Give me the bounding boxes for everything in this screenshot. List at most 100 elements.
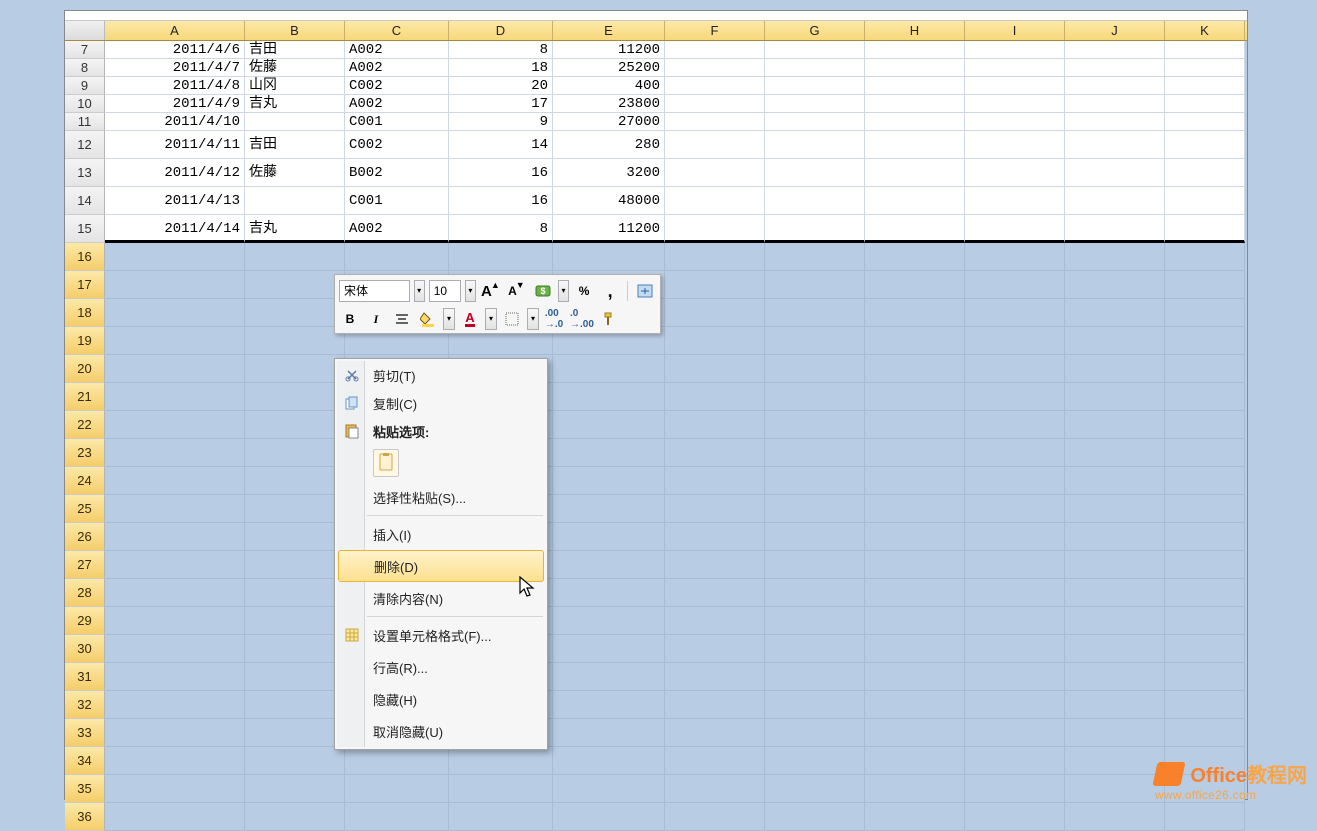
merge-center-button[interactable]: [634, 280, 656, 302]
cell[interactable]: [865, 747, 965, 775]
cell[interactable]: [865, 159, 965, 187]
cell[interactable]: [345, 775, 449, 803]
cell[interactable]: [765, 411, 865, 439]
cell[interactable]: 佐藤: [245, 59, 345, 77]
cell[interactable]: [665, 187, 765, 215]
row-header[interactable]: 13: [65, 159, 105, 187]
cell[interactable]: A002: [345, 95, 449, 113]
cell[interactable]: [1065, 803, 1165, 831]
col-header-H[interactable]: H: [865, 21, 965, 40]
cell[interactable]: [865, 383, 965, 411]
cell[interactable]: [965, 579, 1065, 607]
cell[interactable]: 16: [449, 159, 553, 187]
cell[interactable]: [105, 383, 245, 411]
cell[interactable]: [1065, 59, 1165, 77]
row-header[interactable]: 32: [65, 691, 105, 719]
cell[interactable]: [765, 113, 865, 131]
row-header[interactable]: 27: [65, 551, 105, 579]
font-name-select[interactable]: 宋体: [339, 280, 410, 302]
cell[interactable]: [1065, 131, 1165, 159]
cell[interactable]: 2011/4/14: [105, 215, 245, 243]
cell[interactable]: 280: [553, 131, 665, 159]
cell[interactable]: [965, 607, 1065, 635]
cell[interactable]: C002: [345, 77, 449, 95]
cell[interactable]: A002: [345, 215, 449, 243]
comma-button[interactable]: ,: [599, 280, 621, 302]
cell[interactable]: [245, 663, 345, 691]
cell[interactable]: [105, 439, 245, 467]
cell[interactable]: [965, 215, 1065, 243]
cell[interactable]: [245, 327, 345, 355]
cell[interactable]: [1065, 439, 1165, 467]
borders-dropdown[interactable]: ▾: [527, 308, 539, 330]
cell[interactable]: [965, 719, 1065, 747]
cell[interactable]: C001: [345, 113, 449, 131]
cell[interactable]: [765, 523, 865, 551]
cell[interactable]: [105, 355, 245, 383]
cell[interactable]: [553, 495, 665, 523]
cell[interactable]: [665, 355, 765, 383]
cell[interactable]: [245, 691, 345, 719]
italic-button[interactable]: I: [365, 308, 387, 330]
cell[interactable]: [105, 467, 245, 495]
row-header[interactable]: 18: [65, 299, 105, 327]
row-header[interactable]: 8: [65, 59, 105, 77]
cell[interactable]: [865, 59, 965, 77]
cell[interactable]: [965, 691, 1065, 719]
cell[interactable]: 8: [449, 215, 553, 243]
cell[interactable]: [765, 467, 865, 495]
cell[interactable]: [1165, 691, 1245, 719]
cell-grid[interactable]: 72011/4/6吉田A00281120082011/4/7佐藤A0021825…: [65, 41, 1247, 799]
cell[interactable]: 吉丸: [245, 215, 345, 243]
cell[interactable]: [1065, 411, 1165, 439]
font-size-dropdown[interactable]: ▾: [465, 280, 476, 302]
cell[interactable]: [965, 803, 1065, 831]
ctx-unhide[interactable]: 取消隐藏(U): [337, 715, 545, 747]
cell[interactable]: [765, 215, 865, 243]
cell[interactable]: [665, 719, 765, 747]
cell[interactable]: [765, 95, 865, 113]
cell[interactable]: [765, 327, 865, 355]
cell[interactable]: [865, 439, 965, 467]
cell[interactable]: [553, 635, 665, 663]
cell[interactable]: [665, 95, 765, 113]
cell[interactable]: 8: [449, 41, 553, 59]
cell[interactable]: [245, 299, 345, 327]
row-header[interactable]: 20: [65, 355, 105, 383]
paste-option-default[interactable]: [373, 449, 399, 477]
cell[interactable]: [105, 523, 245, 551]
cell[interactable]: [865, 187, 965, 215]
cell[interactable]: [765, 635, 865, 663]
cell[interactable]: [449, 747, 553, 775]
cell[interactable]: [1165, 243, 1245, 271]
cell[interactable]: 25200: [553, 59, 665, 77]
cell[interactable]: [1065, 299, 1165, 327]
cell[interactable]: [245, 495, 345, 523]
cell[interactable]: 400: [553, 77, 665, 95]
cell[interactable]: [865, 243, 965, 271]
cell[interactable]: [1165, 271, 1245, 299]
cell[interactable]: 佐藤: [245, 159, 345, 187]
cell[interactable]: [865, 327, 965, 355]
font-color-button[interactable]: A: [459, 308, 481, 330]
cell[interactable]: [245, 523, 345, 551]
row-header[interactable]: 15: [65, 215, 105, 243]
cell[interactable]: [965, 383, 1065, 411]
cell[interactable]: [665, 523, 765, 551]
cell[interactable]: 16: [449, 187, 553, 215]
cell[interactable]: [553, 719, 665, 747]
cell[interactable]: [105, 299, 245, 327]
cell[interactable]: 20: [449, 77, 553, 95]
cell[interactable]: 2011/4/6: [105, 41, 245, 59]
cell[interactable]: [765, 551, 865, 579]
bold-button[interactable]: B: [339, 308, 361, 330]
percent-button[interactable]: %: [573, 280, 595, 302]
cell[interactable]: [765, 77, 865, 95]
cell[interactable]: [665, 59, 765, 77]
cell[interactable]: [965, 495, 1065, 523]
row-header[interactable]: 24: [65, 467, 105, 495]
cell[interactable]: [245, 579, 345, 607]
cell[interactable]: [553, 523, 665, 551]
cell[interactable]: [665, 77, 765, 95]
cell[interactable]: [665, 691, 765, 719]
